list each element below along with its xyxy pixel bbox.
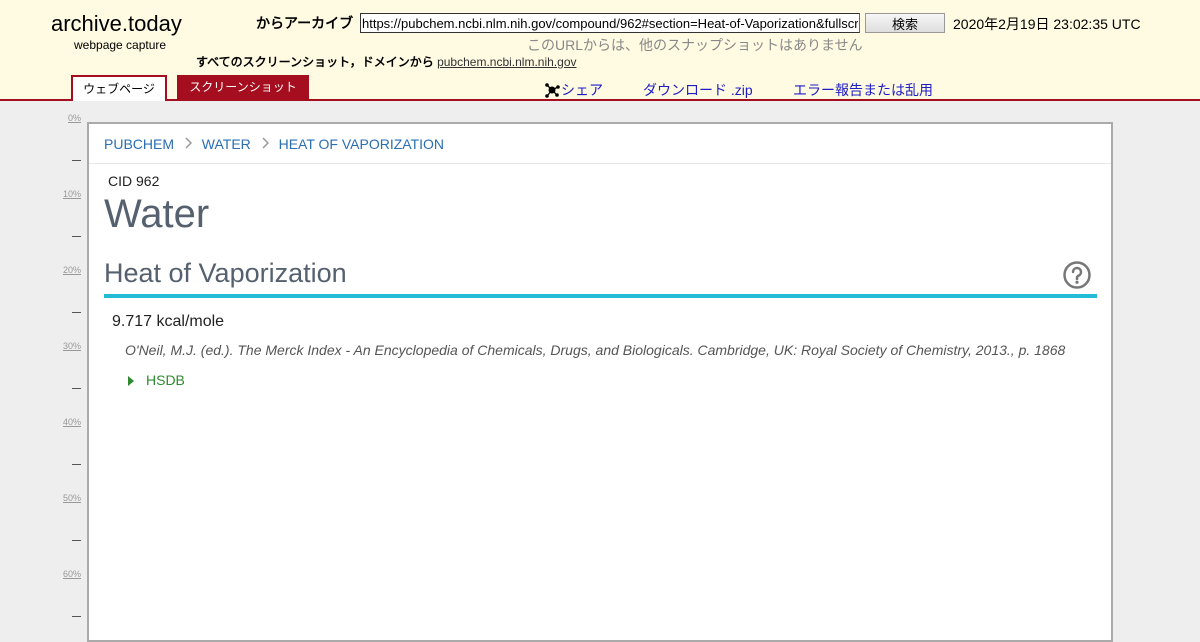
tab-webpage[interactable]: ウェブページ: [71, 75, 167, 101]
ruler-label[interactable]: 30%: [53, 341, 81, 351]
heat-of-vaporization-value: 9.717 kcal/mole: [112, 313, 225, 330]
captured-page: PUBCHEM WATER HEAT OF VAPORIZATION CID 9…: [87, 122, 1113, 642]
download-zip-link[interactable]: ダウンロード .zip: [643, 80, 753, 100]
source-toggle-hsdb[interactable]: HSDB: [128, 372, 185, 388]
url-input[interactable]: [360, 13, 860, 33]
logo-subtitle: webpage capture: [74, 38, 167, 52]
breadcrumb-pubchem[interactable]: PUBCHEM: [104, 136, 174, 152]
no-other-snapshots-text: このURLからは、他のスナップショットはありません: [527, 37, 863, 53]
ruler-tick: [72, 616, 81, 617]
ruler-tick: [72, 540, 81, 541]
caret-right-icon: [128, 376, 134, 386]
all-screenshots-text: すべてのスクリーンショット，ドメインから: [196, 55, 434, 69]
source-label: HSDB: [146, 372, 185, 388]
chevron-right-icon: [262, 137, 269, 149]
ruler-label[interactable]: 0%: [53, 113, 81, 123]
capture-timestamp: 2020年2月19日 23:02:35 UTC: [953, 16, 1141, 32]
section-divider: [104, 294, 1097, 298]
ruler-tick: [72, 236, 81, 237]
search-button[interactable]: 検索: [865, 13, 945, 33]
breadcrumb-heat-of-vaporization[interactable]: HEAT OF VAPORIZATION: [279, 136, 444, 152]
ruler-label[interactable]: 20%: [53, 265, 81, 275]
ruler-tick: [72, 312, 81, 313]
question-circle-icon[interactable]: [1062, 260, 1092, 290]
ruler-label[interactable]: 60%: [53, 569, 81, 579]
compound-cid: CID 962: [108, 173, 160, 189]
ruler-label[interactable]: 10%: [53, 189, 81, 199]
ruler-tick: [72, 464, 81, 465]
archive-header: archive.today webpage capture からアーカイブ 検索…: [0, 0, 1200, 101]
section-title: Heat of Vaporization: [104, 258, 347, 288]
share-icon[interactable]: [544, 82, 560, 98]
chevron-right-icon: [185, 137, 192, 149]
all-screenshots-label: すべてのスクリーンショット，ドメインから pubchem.ncbi.nlm.ni…: [196, 53, 577, 70]
ruler-label[interactable]: 50%: [53, 493, 81, 503]
reference-citation: O'Neil, M.J. (ed.). The Merck Index - An…: [125, 342, 1066, 358]
breadcrumb: PUBCHEM WATER HEAT OF VAPORIZATION: [89, 124, 1111, 164]
ruler-label[interactable]: 40%: [53, 417, 81, 427]
domain-link[interactable]: pubchem.ncbi.nlm.nih.gov: [437, 55, 576, 69]
ruler-tick: [72, 160, 81, 161]
tab-screenshot[interactable]: スクリーンショット: [177, 75, 309, 100]
breadcrumb-water[interactable]: WATER: [202, 136, 251, 152]
page-title: Water: [104, 192, 210, 236]
share-link[interactable]: シェア: [561, 80, 603, 100]
report-abuse-link[interactable]: エラー報告または乱用: [793, 80, 933, 100]
ruler-tick: [72, 388, 81, 389]
archive-logo[interactable]: archive.today: [51, 11, 182, 37]
archive-from-label: からアーカイブ: [256, 15, 354, 31]
